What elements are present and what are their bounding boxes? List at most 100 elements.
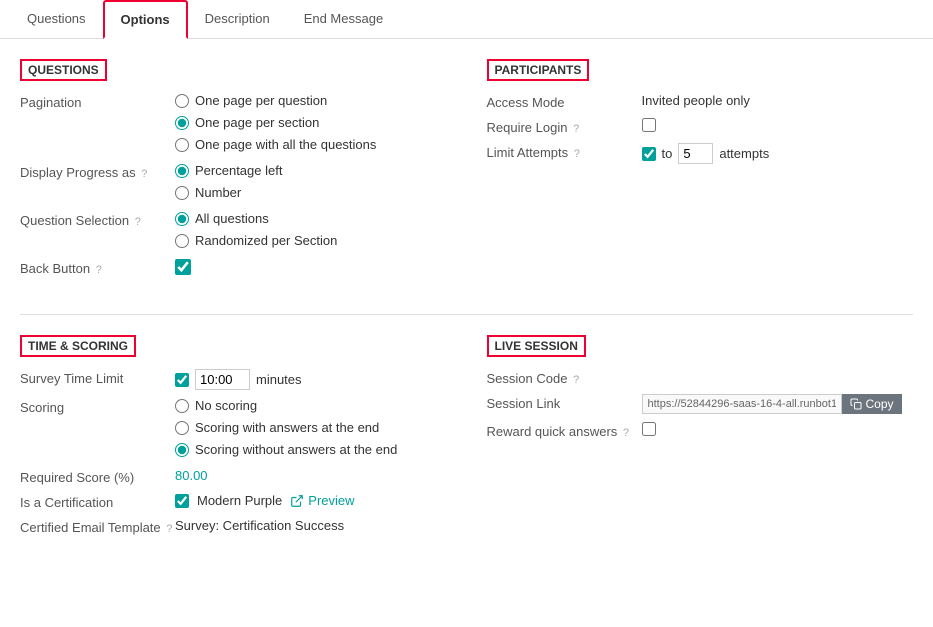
certification-label: Is a Certification [20, 493, 175, 510]
survey-time-limit-value: minutes [175, 369, 302, 390]
require-login-value [642, 118, 656, 132]
require-login-hint[interactable]: ? [573, 123, 579, 135]
question-selection-label: Question Selection ? [20, 211, 175, 228]
certification-row: Is a Certification Modern Purple Preview [20, 493, 447, 510]
pagination-radio-3[interactable] [175, 138, 189, 152]
session-code-hint[interactable]: ? [573, 374, 579, 386]
tabs-bar: Questions Options Description End Messag… [0, 0, 933, 39]
survey-time-limit-suffix: minutes [256, 372, 302, 387]
limit-attempts-input[interactable] [678, 143, 713, 164]
pagination-option-3-label: One page with all the questions [195, 137, 376, 152]
limit-attempts-suffix: attempts [719, 146, 769, 161]
back-button-checkbox[interactable] [175, 259, 191, 275]
scoring-option-2[interactable]: Scoring with answers at the end [175, 420, 397, 435]
preview-icon [290, 494, 304, 508]
pagination-option-1[interactable]: One page per question [175, 93, 376, 108]
question-selection-radio-1[interactable] [175, 212, 189, 226]
live-session-section: LIVE SESSION Session Code ? Session Link… [487, 335, 914, 553]
reward-quick-answers-label: Reward quick answers ? [487, 422, 642, 439]
required-score-value: 80.00 [175, 468, 208, 483]
question-selection-option-2[interactable]: Randomized per Section [175, 233, 337, 248]
scoring-option-1-label: No scoring [195, 398, 257, 413]
scoring-option-1[interactable]: No scoring [175, 398, 397, 413]
pagination-label: Pagination [20, 93, 175, 110]
limit-attempts-label: Limit Attempts ? [487, 143, 642, 160]
copy-button[interactable]: Copy [842, 394, 902, 414]
section-divider [20, 314, 913, 315]
scoring-option-2-label: Scoring with answers at the end [195, 420, 379, 435]
participants-header: PARTICIPANTS [487, 59, 590, 81]
pagination-options: One page per question One page per secti… [175, 93, 376, 155]
pagination-radio-1[interactable] [175, 94, 189, 108]
access-mode-text: Invited people only [642, 93, 750, 108]
survey-time-limit-checkbox[interactable] [175, 373, 189, 387]
required-score-row: Required Score (%) 80.00 [20, 468, 447, 485]
display-progress-label: Display Progress as ? [20, 163, 175, 180]
tab-options[interactable]: Options [103, 0, 188, 39]
session-link-value: Copy [642, 394, 902, 414]
display-progress-radio-2[interactable] [175, 186, 189, 200]
survey-time-limit-input[interactable] [195, 369, 250, 390]
question-selection-option-1-label: All questions [195, 211, 269, 226]
certified-email-row: Certified Email Template ? Survey: Certi… [20, 518, 447, 535]
scoring-option-3-label: Scoring without answers at the end [195, 442, 397, 457]
pagination-option-3[interactable]: One page with all the questions [175, 137, 376, 152]
pagination-row: Pagination One page per question One pag… [20, 93, 447, 155]
question-selection-options: All questions Randomized per Section [175, 211, 337, 251]
preview-label: Preview [308, 493, 354, 508]
display-progress-hint[interactable]: ? [141, 168, 147, 180]
back-button-label: Back Button ? [20, 259, 175, 276]
certified-email-value: Survey: Certification Success [175, 518, 344, 533]
tab-description[interactable]: Description [188, 0, 287, 39]
back-button-hint[interactable]: ? [96, 264, 102, 276]
question-selection-option-1[interactable]: All questions [175, 211, 337, 226]
limit-attempts-value: to attempts [642, 143, 770, 164]
display-progress-row: Display Progress as ? Percentage left Nu… [20, 163, 447, 203]
reward-quick-answers-hint[interactable]: ? [623, 427, 629, 439]
time-scoring-section: TIME & SCORING Survey Time Limit minutes… [20, 335, 447, 553]
display-progress-options: Percentage left Number [175, 163, 282, 203]
session-link-label: Session Link [487, 394, 642, 411]
question-selection-option-2-label: Randomized per Section [195, 233, 337, 248]
copy-icon [850, 398, 862, 410]
limit-attempts-text: to [662, 146, 673, 161]
session-link-input[interactable] [642, 394, 842, 414]
access-mode-label: Access Mode [487, 93, 642, 110]
questions-section: QUESTIONS Pagination One page per questi… [20, 59, 447, 294]
tab-end-message[interactable]: End Message [287, 0, 401, 39]
reward-quick-answers-value [642, 422, 656, 436]
scoring-row: Scoring No scoring Scoring with answers … [20, 398, 447, 460]
require-login-row: Require Login ? [487, 118, 914, 135]
question-selection-row: Question Selection ? All questions Rando… [20, 211, 447, 251]
scoring-radio-2[interactable] [175, 421, 189, 435]
session-link-row: Session Link Copy [487, 394, 914, 414]
survey-time-limit-row: Survey Time Limit minutes [20, 369, 447, 390]
limit-attempts-checkbox[interactable] [642, 147, 656, 161]
require-login-label: Require Login ? [487, 118, 642, 135]
session-code-row: Session Code ? [487, 369, 914, 386]
certified-email-label: Certified Email Template ? [20, 518, 175, 535]
preview-link[interactable]: Preview [290, 493, 354, 508]
copy-label: Copy [866, 397, 894, 411]
display-progress-option-2-label: Number [195, 185, 241, 200]
access-mode-row: Access Mode Invited people only [487, 93, 914, 110]
scoring-radio-1[interactable] [175, 399, 189, 413]
scoring-radio-3[interactable] [175, 443, 189, 457]
session-code-label: Session Code ? [487, 369, 642, 386]
pagination-option-2[interactable]: One page per section [175, 115, 376, 130]
questions-header: QUESTIONS [20, 59, 107, 81]
display-progress-option-2[interactable]: Number [175, 185, 282, 200]
display-progress-option-1[interactable]: Percentage left [175, 163, 282, 178]
time-scoring-header: TIME & SCORING [20, 335, 136, 357]
pagination-radio-2[interactable] [175, 116, 189, 130]
certification-checkbox[interactable] [175, 494, 189, 508]
display-progress-radio-1[interactable] [175, 164, 189, 178]
question-selection-radio-2[interactable] [175, 234, 189, 248]
reward-quick-answers-checkbox[interactable] [642, 422, 656, 436]
certified-email-hint[interactable]: ? [166, 523, 172, 535]
limit-attempts-hint[interactable]: ? [574, 148, 580, 160]
tab-questions[interactable]: Questions [10, 0, 103, 39]
require-login-checkbox[interactable] [642, 118, 656, 132]
question-selection-hint[interactable]: ? [135, 216, 141, 228]
scoring-option-3[interactable]: Scoring without answers at the end [175, 442, 397, 457]
